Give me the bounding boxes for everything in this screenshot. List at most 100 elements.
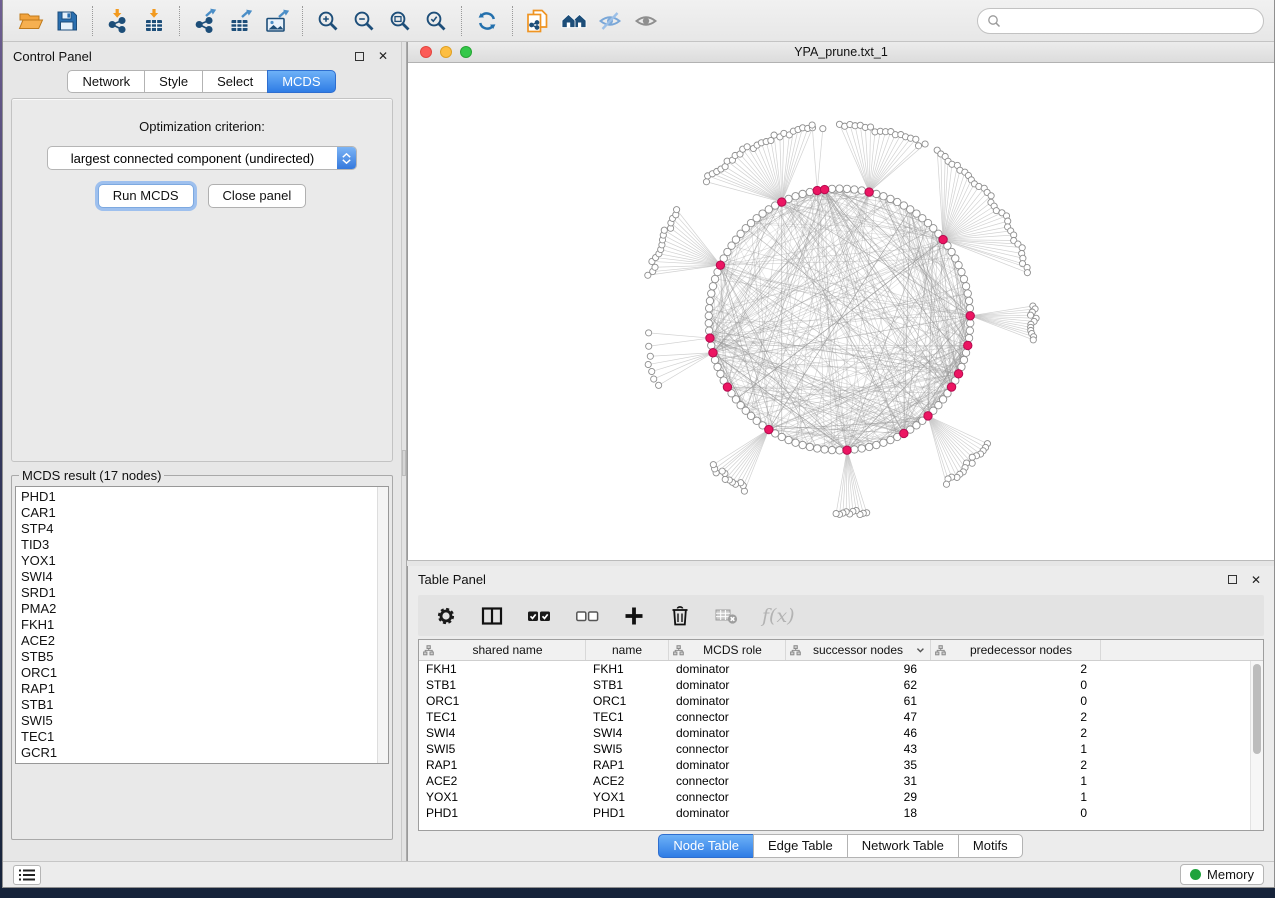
result-scrollbar[interactable] [377,487,388,763]
network-canvas[interactable] [408,63,1274,560]
table-scrollbar[interactable] [1250,661,1263,830]
tab-network-table[interactable]: Network Table [847,834,959,858]
network-view-title: YPA_prune.txt_1 [794,45,888,59]
table-cell: connector [669,774,786,788]
mcds-result-item[interactable]: PHD1 [21,489,383,505]
open-file-button[interactable] [13,5,49,37]
zoom-fit-button[interactable] [382,5,418,37]
select-stepper-icon [337,147,356,169]
mcds-result-item[interactable]: RAP1 [21,681,383,697]
delete-table-button[interactable] [714,605,740,627]
mcds-result-listbox[interactable]: PHD1CAR1STP4TID3YOX1SWI4SRD1PMA2FKH1ACE2… [15,486,389,764]
run-mcds-button[interactable]: Run MCDS [98,184,194,208]
mcds-result-item[interactable]: STB5 [21,649,383,665]
mcds-result-item[interactable]: SWI5 [21,713,383,729]
close-window-icon[interactable] [420,46,432,58]
export-table-button[interactable] [223,5,259,37]
tab-network[interactable]: Network [67,70,145,93]
vertical-splitter[interactable] [401,42,407,861]
sort-descending-icon [915,646,926,654]
minimize-window-icon[interactable] [440,46,452,58]
table-row[interactable]: STB1STB1dominator620 [419,677,1263,693]
hide-selected-button[interactable] [592,5,628,37]
mcds-result-item[interactable]: GCR1 [21,745,383,761]
mcds-result-item[interactable]: ACE2 [21,633,383,649]
node-table[interactable]: shared namenameMCDS rolesuccessor nodesp… [418,639,1264,831]
tab-node-table[interactable]: Node Table [658,834,754,858]
mcds-node [939,235,947,243]
mcds-result-item[interactable]: SWI4 [21,569,383,585]
close-table-panel-button[interactable]: ✕ [1248,572,1264,588]
save-floppy-icon [55,9,79,33]
mcds-result-item[interactable]: FKH1 [21,617,383,633]
tab-motifs[interactable]: Motifs [958,834,1023,858]
table-row[interactable]: SWI5SWI5connector431 [419,741,1263,757]
table-row[interactable]: FKH1FKH1dominator962 [419,661,1263,677]
zoom-in-button[interactable] [310,5,346,37]
maximize-window-icon[interactable] [460,46,472,58]
mcds-result-item[interactable]: PMA2 [21,601,383,617]
memory-button[interactable]: Memory [1180,864,1264,885]
mcds-result-item[interactable]: ORC1 [21,665,383,681]
table-row[interactable]: YOX1YOX1connector291 [419,789,1263,805]
mcds-result-item[interactable]: YOX1 [21,553,383,569]
table-cell: SWI5 [419,742,586,756]
export-image-button[interactable] [259,5,295,37]
close-panel-button[interactable]: ✕ [375,48,391,64]
close-panel-action-button[interactable]: Close panel [208,184,307,208]
export-network-button[interactable] [187,5,223,37]
tab-style[interactable]: Style [144,70,203,93]
select-all-button[interactable] [526,604,552,628]
zoom-out-button[interactable] [346,5,382,37]
column-header-name[interactable]: name [586,640,669,660]
table-cell: YOX1 [586,790,669,804]
column-view-button[interactable] [480,604,504,628]
mcds-result-item[interactable]: SRD1 [21,585,383,601]
column-header-MCDS-role[interactable]: MCDS role [669,640,786,660]
import-network-button[interactable] [100,5,136,37]
save-session-button[interactable] [49,5,85,37]
tab-select[interactable]: Select [202,70,268,93]
table-scrollbar-thumb[interactable] [1253,664,1261,754]
search-input[interactable] [1006,14,1254,28]
column-header-successor-nodes[interactable]: successor nodes [786,640,931,660]
control-panel-title: Control Panel [13,49,92,64]
task-history-button[interactable] [13,865,41,885]
refresh-view-button[interactable] [469,5,505,37]
table-row[interactable]: PHD1PHD1dominator180 [419,805,1263,821]
toolbar-separator [92,6,93,36]
add-column-button[interactable] [622,604,646,628]
optimization-criterion-select[interactable]: largest connected component (undirected) [47,146,357,170]
float-table-panel-button[interactable] [1224,572,1240,588]
mcds-result-item[interactable]: TID3 [21,537,383,553]
tab-edge-table[interactable]: Edge Table [753,834,848,858]
show-all-button[interactable] [628,5,664,37]
network-view-titlebar[interactable]: YPA_prune.txt_1 [408,42,1274,63]
table-cell: 1 [931,790,1101,804]
table-row[interactable]: ORC1ORC1dominator610 [419,693,1263,709]
float-panel-button[interactable] [351,48,367,64]
splitter-grip[interactable] [402,450,406,476]
mcds-tab-content: Optimization criterion: largest connecte… [11,98,393,462]
deselect-all-button[interactable] [574,604,600,628]
table-settings-button[interactable] [434,604,458,628]
tab-mcds[interactable]: MCDS [267,70,335,93]
network-svg[interactable] [408,63,1274,560]
first-neighbors-button[interactable] [556,5,592,37]
mcds-result-item[interactable]: STB1 [21,697,383,713]
function-builder-button[interactable]: f(x) [762,605,795,627]
table-row[interactable]: ACE2ACE2connector311 [419,773,1263,789]
import-table-button[interactable] [136,5,172,37]
zoom-selected-button[interactable] [418,5,454,37]
table-row[interactable]: TEC1TEC1connector472 [419,709,1263,725]
delete-column-button[interactable] [668,604,692,628]
column-header-shared-name[interactable]: shared name [419,640,586,660]
table-cell: SWI4 [419,726,586,740]
table-row[interactable]: SWI4SWI4dominator462 [419,725,1263,741]
column-header-predecessor-nodes[interactable]: predecessor nodes [931,640,1101,660]
table-row[interactable]: RAP1RAP1dominator352 [419,757,1263,773]
mcds-result-item[interactable]: TEC1 [21,729,383,745]
mcds-result-item[interactable]: CAR1 [21,505,383,521]
clone-network-button[interactable] [520,5,556,37]
mcds-result-item[interactable]: STP4 [21,521,383,537]
